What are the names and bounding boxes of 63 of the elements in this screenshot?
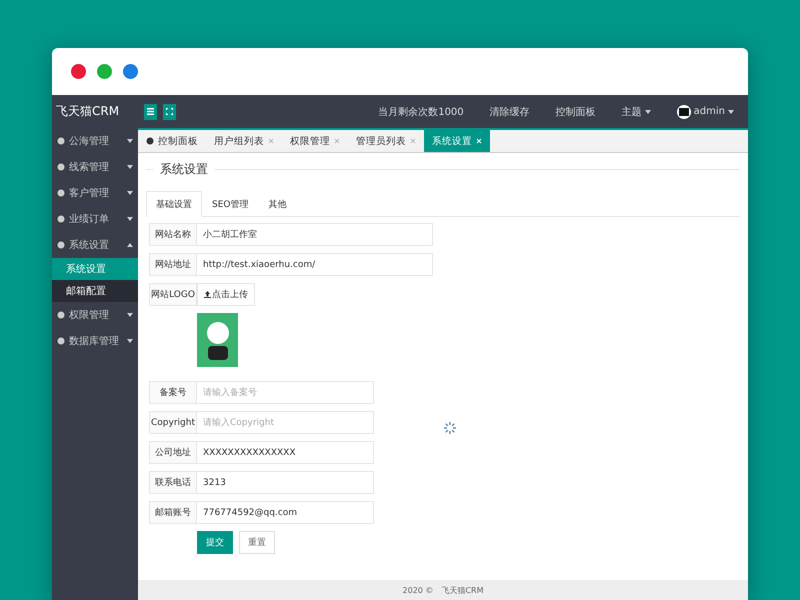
sidebar-item[interactable]: 公海管理 (52, 128, 138, 154)
footer-year: 2020 © (402, 586, 434, 594)
page-tab[interactable]: 管理员列表 (348, 130, 424, 152)
field-label: 邮箱账号 (149, 501, 197, 524)
minimize-dot[interactable] (97, 64, 112, 79)
sidebar-item[interactable]: 数据库管理 (52, 328, 138, 354)
sidebar-item[interactable]: 线索管理 (52, 154, 138, 180)
input-field[interactable]: 请输入备案号 (197, 381, 374, 404)
field-label: Copyright (149, 411, 197, 434)
caret-icon (127, 139, 133, 143)
sidebar-subitem[interactable]: 邮箱配置 (52, 280, 138, 302)
upload-button[interactable]: 点击上传 (197, 283, 255, 306)
caret-icon (127, 339, 133, 343)
avatar-icon (676, 104, 691, 118)
sidebar-subitem[interactable]: 系统设置 (52, 258, 138, 280)
footer-name: 飞天猫CRM (441, 584, 484, 596)
expand-icon (166, 108, 173, 115)
sidebar-item[interactable]: 权限管理 (52, 302, 138, 328)
input-field[interactable]: 776774592@qq.com (197, 501, 374, 524)
settings-tab[interactable]: SEO管理 (202, 191, 258, 216)
caret-icon (127, 191, 133, 195)
page-tab[interactable]: 系统设置 (424, 130, 490, 152)
input-field[interactable]: 请输入Copyright (197, 411, 374, 434)
header-link[interactable]: 清除缓存 (490, 104, 530, 118)
field-label: 网站地址 (149, 253, 197, 276)
maximize-dot[interactable] (123, 64, 138, 79)
field-label: 公司地址 (149, 441, 197, 464)
caret-icon (127, 165, 133, 169)
input-field[interactable]: XXXXXXXXXXXXXXX (197, 441, 374, 464)
sidebar-item[interactable]: 客户管理 (52, 180, 138, 206)
user-menu[interactable]: admin (676, 104, 734, 118)
page-tab[interactable]: 权限管理 (282, 130, 348, 152)
caret-icon (127, 217, 133, 221)
settings-tab[interactable]: 其他 (258, 191, 296, 216)
header-link[interactable]: 控制面板 (556, 104, 596, 118)
input-field[interactable]: http://test.xiaoerhu.com/ (197, 253, 433, 276)
caret-icon (127, 243, 133, 247)
input-field[interactable]: 小二胡工作室 (197, 223, 433, 246)
fullscreen-button[interactable] (163, 104, 176, 120)
upload-icon (204, 291, 211, 298)
logo-text: 飞天猫CRM (55, 103, 120, 120)
caret-icon (728, 110, 734, 114)
section-title: 系统设置 (160, 161, 208, 178)
page-tab[interactable]: 控制面板 (138, 130, 206, 152)
sidebar-item[interactable]: 业绩订单 (52, 206, 138, 232)
field-label: 网站LOGO (149, 283, 197, 306)
sidebar-item[interactable]: 系统设置 (52, 232, 138, 258)
settings-tab[interactable]: 基础设置 (146, 191, 202, 217)
menu-button[interactable] (144, 104, 157, 120)
submit-button[interactable]: 提交 (197, 531, 233, 554)
reset-button[interactable]: 重置 (239, 531, 275, 554)
field-label: 联系电话 (149, 471, 197, 494)
field-label: 备案号 (149, 381, 197, 404)
page-tab[interactable]: 用户组列表 (206, 130, 282, 152)
input-field[interactable]: 3213 (197, 471, 374, 494)
person-silhouette-icon (204, 320, 230, 360)
close-dot[interactable] (71, 64, 86, 79)
caret-icon (127, 313, 133, 317)
field-label: 网站名称 (149, 223, 197, 246)
header-link[interactable]: 当月剩余次数1000 (378, 104, 464, 118)
header-link[interactable]: 主题 (622, 104, 651, 118)
caret-icon (644, 110, 651, 114)
loading-spinner-icon (443, 420, 457, 436)
